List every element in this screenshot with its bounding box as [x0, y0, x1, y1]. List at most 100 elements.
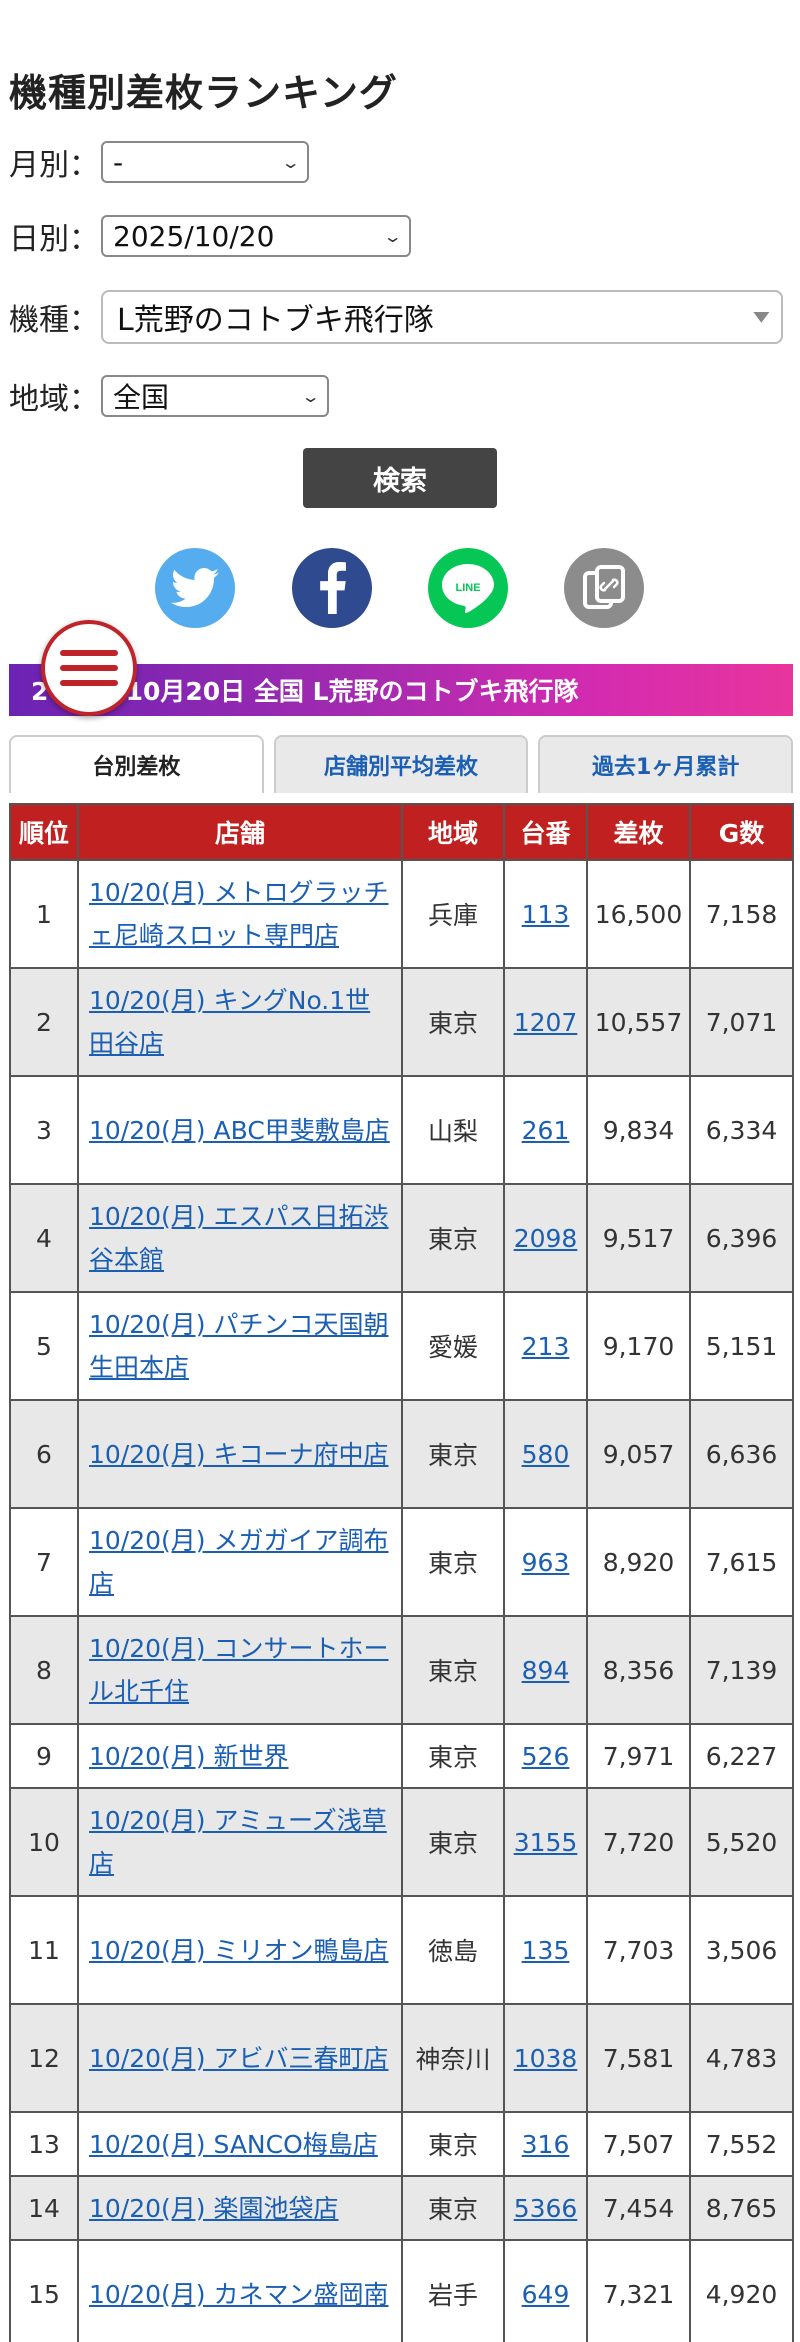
unit-number-link[interactable]: 113 — [522, 900, 570, 929]
line-label: LINE — [455, 582, 480, 594]
unit-number-link[interactable]: 5366 — [514, 2194, 578, 2223]
diff-cell: 7,507 — [586, 2111, 691, 2177]
shop-link[interactable]: 10/20(月) カネマン盛岡南 — [89, 2280, 389, 2309]
diff-cell: 9,834 — [586, 1075, 691, 1185]
games-cell: 4,783 — [689, 2003, 794, 2113]
month-filter-row: 月別： - ⌄ — [9, 140, 309, 184]
table-row: 6 10/20(月) キコーナ府中店 東京 580 9,057 6,636 — [9, 1399, 794, 1509]
tab-unit-diff[interactable]: 台別差枚 — [9, 735, 264, 793]
games-cell: 4,920 — [689, 2239, 794, 2342]
shop-cell: 10/20(月) コンサートホール北千住 — [77, 1615, 403, 1725]
shop-cell: 10/20(月) メガガイア調布店 — [77, 1507, 403, 1617]
diff-cell: 7,720 — [586, 1787, 691, 1897]
games-cell: 5,151 — [689, 1291, 794, 1401]
table-row: 4 10/20(月) エスパス日拓渋谷本館 東京 2098 9,517 6,396 — [9, 1183, 794, 1293]
shop-cell: 10/20(月) パチンコ天国朝生田本店 — [77, 1291, 403, 1401]
shop-link[interactable]: 10/20(月) コンサートホール北千住 — [89, 1634, 389, 1706]
games-cell: 7,071 — [689, 967, 794, 1077]
line-share-button[interactable]: LINE — [428, 548, 508, 628]
region-cell: 東京 — [401, 1399, 505, 1509]
day-select[interactable]: 2025/10/20 ⌄ — [101, 215, 411, 257]
day-select-value: 2025/10/20 — [113, 219, 275, 253]
chevron-down-icon: ⌄ — [300, 386, 321, 406]
unit-number-link[interactable]: 580 — [522, 1440, 570, 1469]
tab-past-month[interactable]: 過去1ヶ月累計 — [538, 735, 794, 793]
unit-number-link[interactable]: 963 — [522, 1548, 570, 1577]
header-unit: 台番 — [503, 803, 588, 861]
table-row: 2 10/20(月) キングNo.1世田谷店 東京 1207 10,557 7,071 — [9, 967, 794, 1077]
menu-line — [60, 665, 118, 671]
menu-line — [60, 650, 118, 656]
shop-link[interactable]: 10/20(月) メガガイア調布店 — [89, 1526, 389, 1598]
rank-cell: 9 — [9, 1723, 79, 1789]
unit-number-link[interactable]: 135 — [522, 1936, 570, 1965]
unit-cell: 3155 — [503, 1787, 588, 1897]
line-bubble-icon: LINE — [442, 564, 494, 613]
unit-number-link[interactable]: 1038 — [514, 2044, 578, 2073]
games-cell: 3,506 — [689, 1895, 794, 2005]
diff-cell: 10,557 — [586, 967, 691, 1077]
facebook-f-icon — [320, 562, 346, 614]
unit-cell: 894 — [503, 1615, 588, 1725]
shop-link[interactable]: 10/20(月) アビバ三春町店 — [89, 2044, 389, 2073]
machine-select[interactable]: L荒野のコトブキ飛行隊 ▼ — [101, 290, 783, 344]
diff-cell: 16,500 — [586, 859, 691, 969]
unit-cell: 135 — [503, 1895, 588, 2005]
unit-cell: 963 — [503, 1507, 588, 1617]
table-row: 10 10/20(月) アミューズ浅草店 東京 3155 7,720 5,520 — [9, 1787, 794, 1897]
shop-link[interactable]: 10/20(月) エスパス日拓渋谷本館 — [89, 1202, 389, 1274]
hamburger-menu-button[interactable] — [41, 620, 137, 716]
unit-number-link[interactable]: 894 — [522, 1656, 570, 1685]
games-cell: 7,139 — [689, 1615, 794, 1725]
rank-cell: 4 — [9, 1183, 79, 1293]
shop-link[interactable]: 10/20(月) 新世界 — [89, 1742, 289, 1771]
unit-cell: 526 — [503, 1723, 588, 1789]
unit-cell: 5366 — [503, 2175, 588, 2241]
shop-link[interactable]: 10/20(月) ABC甲斐敷島店 — [89, 1116, 390, 1145]
unit-number-link[interactable]: 649 — [522, 2280, 570, 2309]
region-cell: 山梨 — [401, 1075, 505, 1185]
machine-label: 機種： — [9, 303, 99, 338]
shop-link[interactable]: 10/20(月) ミリオン鴨島店 — [89, 1936, 389, 1965]
region-select[interactable]: 全国 ⌄ — [101, 375, 329, 417]
games-cell: 7,615 — [689, 1507, 794, 1617]
shop-link[interactable]: 10/20(月) アミューズ浅草店 — [89, 1806, 387, 1878]
shop-link[interactable]: 10/20(月) SANCO梅島店 — [89, 2130, 378, 2159]
facebook-share-button[interactable] — [292, 548, 372, 628]
shop-link[interactable]: 10/20(月) パチンコ天国朝生田本店 — [89, 1310, 389, 1382]
month-select[interactable]: - ⌄ — [101, 141, 309, 183]
shop-link[interactable]: 10/20(月) メトログラッチェ尼崎スロット専門店 — [89, 878, 389, 950]
unit-number-link[interactable]: 1207 — [514, 1008, 578, 1037]
shop-cell: 10/20(月) キコーナ府中店 — [77, 1399, 403, 1509]
twitter-bird-icon — [171, 568, 219, 607]
region-cell: 東京 — [401, 1615, 505, 1725]
unit-number-link[interactable]: 261 — [522, 1116, 570, 1145]
shop-link[interactable]: 10/20(月) キングNo.1世田谷店 — [89, 986, 370, 1058]
twitter-share-button[interactable] — [155, 548, 235, 628]
shop-link[interactable]: 10/20(月) 楽園池袋店 — [89, 2194, 339, 2223]
shop-link[interactable]: 10/20(月) キコーナ府中店 — [89, 1440, 389, 1469]
rank-cell: 14 — [9, 2175, 79, 2241]
unit-number-link[interactable]: 213 — [522, 1332, 570, 1361]
rank-cell: 13 — [9, 2111, 79, 2177]
unit-cell: 2098 — [503, 1183, 588, 1293]
copy-link-button[interactable] — [564, 548, 644, 628]
region-cell: 東京 — [401, 2175, 505, 2241]
unit-number-link[interactable]: 2098 — [514, 1224, 578, 1253]
unit-number-link[interactable]: 526 — [522, 1742, 570, 1771]
rank-cell: 11 — [9, 1895, 79, 2005]
unit-cell: 113 — [503, 859, 588, 969]
header-games: G数 — [689, 803, 794, 861]
unit-number-link[interactable]: 3155 — [514, 1828, 578, 1857]
search-button[interactable]: 検索 — [303, 448, 497, 508]
table-row: 14 10/20(月) 楽園池袋店 東京 5366 7,454 8,765 — [9, 2175, 794, 2241]
diff-cell: 7,703 — [586, 1895, 691, 2005]
ranking-table: 順位 店舗 地域 台番 差枚 G数 1 10/20(月) メトログラッチェ尼崎スロ… — [9, 803, 794, 2342]
region-cell: 東京 — [401, 1183, 505, 1293]
tab-shop-average[interactable]: 店舗別平均差枚 — [273, 735, 529, 793]
region-cell: 東京 — [401, 1507, 505, 1617]
diff-cell: 7,971 — [586, 1723, 691, 1789]
unit-number-link[interactable]: 316 — [522, 2130, 570, 2159]
games-cell: 8,765 — [689, 2175, 794, 2241]
machine-filter-row: 機種： L荒野のコトブキ飛行隊 ▼ — [9, 290, 783, 344]
